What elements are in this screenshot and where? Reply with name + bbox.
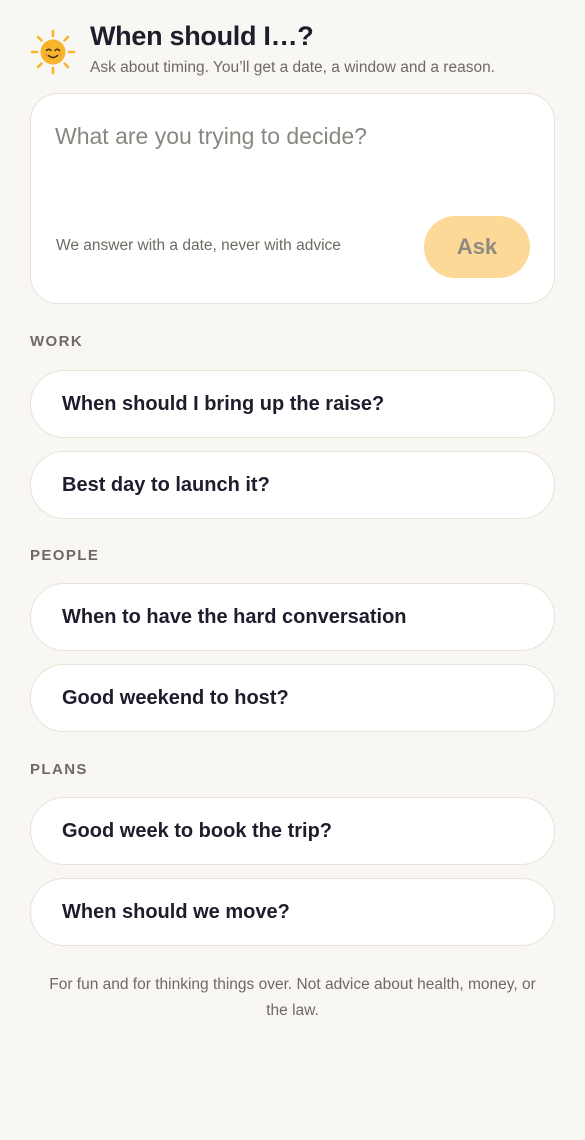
prompt-chip[interactable]: When should we move?	[30, 878, 555, 946]
prompt-chip[interactable]: When to have the hard conversation	[30, 583, 555, 651]
ask-hint: We answer with a date, never with advice	[56, 237, 341, 254]
sun-face-icon	[30, 29, 76, 75]
prompt-chip[interactable]: When should I bring up the raise?	[30, 370, 555, 438]
section-label-work: WORK	[30, 333, 84, 350]
section-label-plans: PLANS	[30, 761, 88, 778]
page-title: When should I…?	[90, 21, 314, 51]
header: When should I…? Ask about timing. You’ll…	[30, 0, 555, 92]
ask-card: We answer with a date, never with advice…	[30, 93, 555, 304]
ask-button[interactable]: Ask	[424, 216, 530, 278]
decision-input[interactable]	[55, 116, 525, 156]
prompt-chip[interactable]: Good weekend to host?	[30, 664, 555, 732]
page: When should I…? Ask about timing. You’ll…	[0, 0, 585, 1140]
disclaimer: For fun and for thinking things over. No…	[49, 976, 536, 1019]
prompt-chip[interactable]: Good week to book the trip?	[30, 797, 555, 865]
section-label-people: PEOPLE	[30, 547, 100, 564]
page-subtitle: Ask about timing. You’ll get a date, a w…	[90, 59, 495, 76]
prompt-chip[interactable]: Best day to launch it?	[30, 451, 555, 519]
